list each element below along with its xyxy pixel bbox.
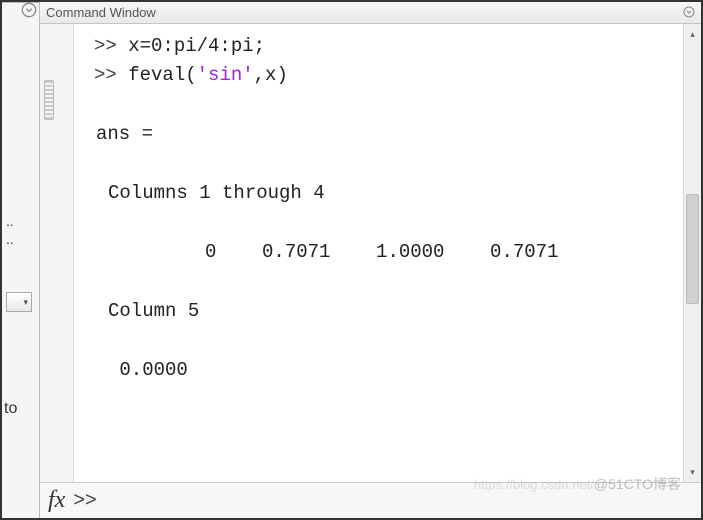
- side-indicator-dots: .. ..: [6, 212, 14, 248]
- titlebar: Command Window: [40, 2, 701, 24]
- input-prompt: >>: [73, 489, 96, 512]
- ans-label: ans =: [94, 120, 675, 149]
- scroll-down-icon[interactable]: ▾: [686, 464, 699, 480]
- column-value-5: 0.0000: [94, 356, 675, 385]
- editor-gutter: [40, 24, 74, 482]
- panel-menu-icon[interactable]: [681, 4, 697, 20]
- window-title: Command Window: [46, 5, 156, 20]
- column-header-5: Column 5: [94, 297, 675, 326]
- side-label-to: to: [4, 400, 17, 418]
- columns-values-1-4: 0 0.7071 1.0000 0.7071: [94, 238, 675, 267]
- prompt: >>: [94, 64, 128, 86]
- command-input-row[interactable]: fx >>: [40, 482, 701, 518]
- scrollbar-thumb[interactable]: [686, 194, 699, 304]
- columns-header-1-4: Columns 1 through 4: [94, 179, 675, 208]
- prompt: >>: [94, 35, 128, 57]
- scroll-up-icon[interactable]: ▴: [686, 26, 699, 42]
- code-line-2-pre: feval(: [128, 64, 196, 86]
- vertical-scrollbar[interactable]: ▴ ▾: [683, 24, 701, 482]
- fx-icon[interactable]: fx: [48, 487, 65, 514]
- code-line-2-post: ,x): [254, 64, 288, 86]
- command-output[interactable]: >> x=0:pi/4:pi; >> feval('sin',x) ans = …: [74, 24, 683, 482]
- command-window-panel: Command Window >> x=0:pi/4:pi; >> feval(…: [40, 2, 701, 518]
- side-dropdown[interactable]: [6, 292, 32, 312]
- collapse-arrow-icon[interactable]: [21, 2, 37, 18]
- gutter-handle-icon[interactable]: [44, 80, 54, 120]
- side-panel: .. .. to: [2, 2, 40, 518]
- code-line-1: x=0:pi/4:pi;: [128, 35, 265, 57]
- code-string-literal: 'sin': [197, 64, 254, 86]
